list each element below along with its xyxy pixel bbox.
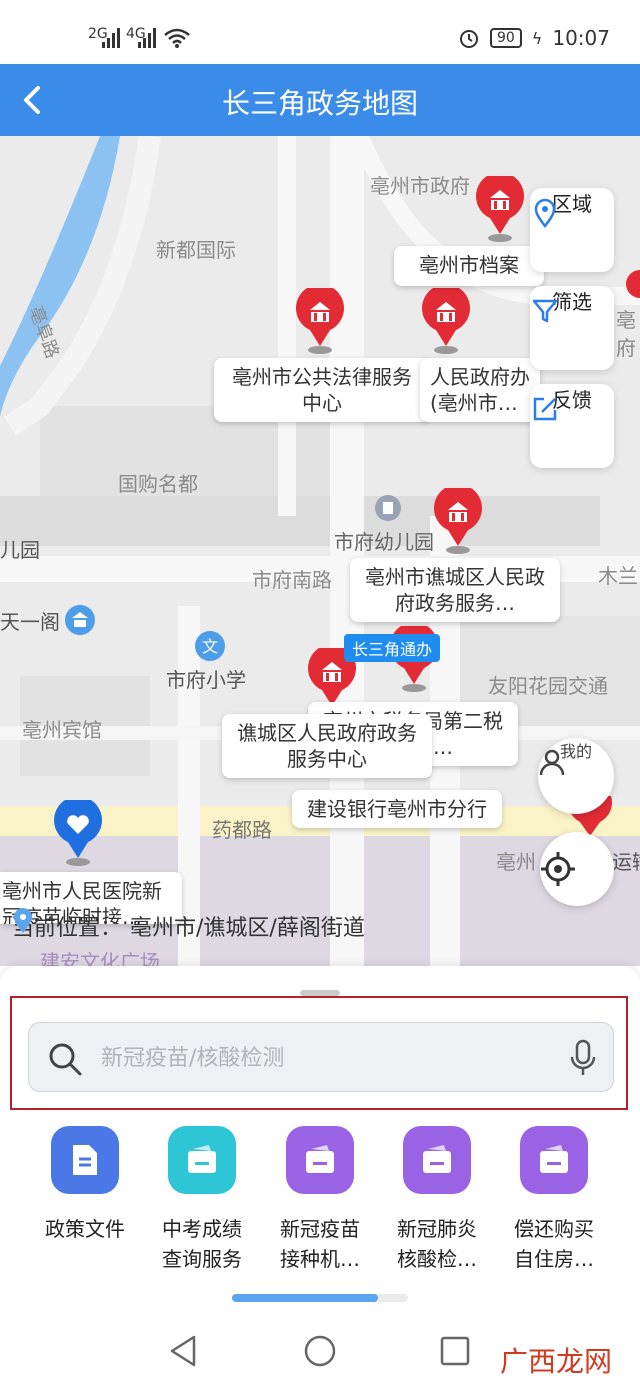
battery-indicator: 90 (489, 28, 522, 48)
edit-icon (533, 397, 557, 421)
search-icon (49, 1043, 82, 1076)
service-policy-docs[interactable]: 政策文件 (30, 1126, 140, 1244)
crosshair-icon (541, 852, 575, 886)
service-exam-scores[interactable]: 中考成绩 查询服务 (147, 1126, 257, 1274)
service-label: 查询服务 (162, 1247, 242, 1271)
map-label: 府 (616, 336, 636, 360)
nav-home-icon[interactable] (304, 1335, 336, 1367)
map-label: 国购名都 (118, 472, 198, 496)
poi-card[interactable]: 亳州市公共法律服务中心 (214, 358, 430, 422)
hospital-pin-icon[interactable] (52, 800, 104, 866)
status-bar: 2G 4G 90 ϟ 10:07 (0, 0, 640, 64)
poi-school-icon: 文 (195, 631, 225, 661)
page-title: 长三角政务地图 (221, 87, 418, 120)
map-label: 建安文化广场 (40, 950, 160, 966)
card-icon (168, 1126, 236, 1194)
scroll-indicator-fill (232, 1294, 379, 1302)
user-icon (539, 749, 565, 776)
map-label: 儿园 (0, 538, 40, 562)
government-pin-icon[interactable] (474, 176, 526, 242)
svg-text:文: 文 (202, 637, 218, 656)
poi-card[interactable]: 亳州市谯城区人民政府政务服务… (350, 558, 560, 622)
feedback-button[interactable]: 反馈 (530, 384, 614, 468)
poi-title: 谯城区人民政府政务服务中心 (237, 721, 417, 771)
map-label: 亳州市政府 (370, 174, 470, 198)
search-highlight-frame (10, 996, 628, 1110)
poi-title: 亳州市谯城区人民政府政务服务… (365, 565, 545, 615)
nav-back-icon[interactable] (168, 1334, 198, 1368)
map-view[interactable]: 亳州市政府 新都国际 亳阜路 国购名都 市府幼儿园 儿园 市府南路 天一阁 市府… (0, 136, 640, 966)
locate-button[interactable] (540, 832, 614, 906)
filter-button[interactable]: 筛选 (530, 286, 614, 370)
poi-card[interactable]: 建设银行亳州市分行 (292, 790, 502, 828)
service-nucleic-test[interactable]: 新冠肺炎核酸检… (382, 1126, 492, 1274)
service-label: 中考成绩 (162, 1217, 242, 1241)
search-box[interactable] (28, 1022, 614, 1093)
map-label: 市府幼儿园 (334, 530, 434, 554)
service-label: 自住房… (514, 1247, 594, 1271)
signal-bars-icon (102, 28, 120, 48)
map-label: 市府小学 (166, 668, 246, 692)
card-icon (403, 1126, 471, 1194)
current-location: 当前位置： 亳州市/谯城区/薛阁街道 (12, 908, 365, 944)
map-label: 运输 (612, 850, 640, 874)
poi-card[interactable]: 人民政府办(亳州市… (420, 358, 540, 422)
signal-bars-icon (138, 28, 156, 48)
government-pin-icon[interactable] (420, 288, 472, 354)
cross-region-badge: 长三角通办 (344, 634, 441, 662)
poi-title: 亳州市档案 (419, 253, 519, 277)
service-label: 偿还购买 (514, 1217, 594, 1241)
poi-title: 亳州市公共法律服务中心 (232, 365, 412, 415)
government-pin-icon[interactable] (294, 288, 346, 354)
service-housing-repay[interactable]: 偿还购买自住房… (499, 1126, 609, 1274)
mine-button[interactable]: 我的 (538, 738, 614, 814)
alarm-icon (459, 30, 478, 48)
card-icon (286, 1126, 354, 1194)
service-vaccine[interactable]: 新冠疫苗接种机… (265, 1126, 375, 1274)
location-icon (14, 908, 32, 933)
map-label: 亳州宾馆 (22, 718, 102, 742)
horizontal-scroll-indicator (232, 1294, 408, 1302)
card-icon (520, 1126, 588, 1194)
map-label: 市府南路 (252, 568, 332, 592)
location-pin-icon (534, 198, 556, 228)
poi-card[interactable]: 谯城区人民政府政务服务中心 (222, 714, 432, 778)
region-button[interactable]: 区域 (530, 188, 614, 272)
clock: 10:07 (552, 26, 610, 50)
service-label: 新冠疫苗 (280, 1217, 360, 1241)
microphone-icon[interactable] (569, 1039, 597, 1077)
map-label: 新都国际 (156, 238, 236, 262)
title-bar: 长三角政务地图 (0, 64, 640, 136)
map-label: 药都路 (212, 818, 272, 842)
government-pin-icon[interactable] (622, 270, 640, 302)
service-label: 接种机… (280, 1247, 360, 1271)
poi-title: 人民政府办(亳州市… (430, 365, 530, 415)
document-icon (51, 1126, 119, 1194)
wifi-icon (164, 28, 190, 48)
map-label: 天一阁 (0, 610, 60, 634)
filter-icon (532, 299, 558, 323)
map-label: 亳州 (496, 850, 536, 874)
map-label: 木兰 (598, 564, 638, 588)
poi-title: 建设银行亳州市分行 (307, 797, 487, 821)
poi-bank-icon (65, 605, 95, 635)
nav-recents-icon[interactable] (440, 1336, 470, 1366)
service-label: 政策文件 (45, 1217, 125, 1241)
poi-school-icon (375, 495, 401, 521)
service-label: 新冠肺炎 (397, 1217, 477, 1241)
watermark-logo: 广西龙网 (499, 1345, 612, 1378)
search-input[interactable] (99, 1023, 553, 1093)
poi-card[interactable]: 亳州市档案 (394, 246, 544, 286)
charging-icon: ϟ (531, 28, 543, 48)
current-location-value: 亳州市/谯城区/薛阁街道 (130, 916, 365, 941)
service-label: 核酸检… (397, 1247, 477, 1271)
map-label: 友阳花园交通 (488, 674, 608, 698)
government-pin-icon[interactable] (432, 488, 484, 554)
map-label: 亳 (616, 308, 636, 332)
